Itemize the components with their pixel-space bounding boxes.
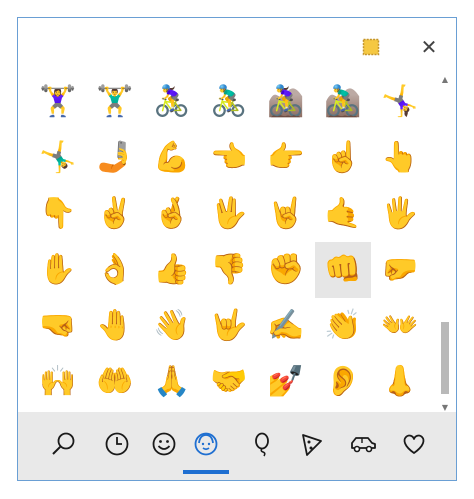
emoji-cell[interactable]: ✋	[30, 242, 86, 298]
emoji-cell[interactable]: 👋	[144, 298, 200, 354]
emoji-cell[interactable]: 🤙	[315, 186, 371, 242]
emoji-cell[interactable]: 💪	[144, 130, 200, 186]
scrollbar[interactable]: ▲ ▼	[439, 74, 451, 412]
titlebar: ✕	[18, 18, 456, 74]
pin-square-icon	[362, 38, 380, 56]
emoji-cell[interactable]: 🤝	[201, 354, 257, 410]
emoji-cell-selected[interactable]: 👊	[315, 242, 371, 298]
emoji-cell[interactable]: 🤟	[201, 298, 257, 354]
emoji-cell[interactable]: 🙌	[30, 354, 86, 410]
emoji-cell[interactable]: 🤜	[30, 298, 86, 354]
emoji-cell[interactable]: 🏋️‍♂️	[87, 74, 143, 130]
tab-celebration[interactable]	[245, 426, 281, 462]
emoji-cell[interactable]: 👌	[87, 242, 143, 298]
balloon-icon	[255, 432, 269, 457]
person-icon	[194, 432, 218, 456]
scroll-down-arrow-icon[interactable]: ▼	[439, 402, 451, 412]
emoji-cell[interactable]: 🤳	[87, 130, 143, 186]
emoji-cell[interactable]: 👉	[258, 130, 314, 186]
emoji-panel: ✕ 🏋️‍♀️ 🏋️‍♂️ 🚴‍♀️ 🚴‍♂️ 🚵‍♀️ 🚵‍♂️ 🤸‍♀️ 🤸‍♂️ 🤳 💪 👈 👉…	[17, 17, 457, 481]
emoji-cell[interactable]: 👐	[372, 298, 428, 354]
emoji-cell[interactable]: ✌️	[87, 186, 143, 242]
emoji-cell[interactable]: 🤸‍♂️	[30, 130, 86, 186]
scroll-thumb[interactable]	[441, 322, 449, 394]
emoji-cell[interactable]: 🙏	[144, 354, 200, 410]
tab-recent[interactable]	[99, 426, 135, 462]
tab-people[interactable]	[188, 426, 224, 462]
tab-search[interactable]	[46, 426, 82, 462]
emoji-cell[interactable]: 🤘	[258, 186, 314, 242]
emoji-cell[interactable]: ✍️	[258, 298, 314, 354]
emoji-cell[interactable]: 🖖	[201, 186, 257, 242]
car-icon	[351, 437, 376, 453]
emoji-cell[interactable]: 👆	[372, 130, 428, 186]
tab-travel[interactable]	[345, 426, 381, 462]
pin-button[interactable]	[360, 36, 382, 58]
emoji-cell[interactable]: 👂	[315, 354, 371, 410]
emoji-cell[interactable]: 👈	[201, 130, 257, 186]
emoji-grid: 🏋️‍♀️ 🏋️‍♂️ 🚴‍♀️ 🚴‍♂️ 🚵‍♀️ 🚵‍♂️ 🤸‍♀️ 🤸‍♂️ 🤳 💪 👈 👉 ☝️…	[30, 74, 438, 406]
emoji-cell[interactable]: 🚴‍♂️	[201, 74, 257, 130]
tab-smileys[interactable]	[146, 426, 182, 462]
emoji-cell[interactable]: 🤚	[87, 298, 143, 354]
emoji-cell[interactable]: 🏋️‍♀️	[30, 74, 86, 130]
emoji-cell[interactable]: 🚵‍♂️	[315, 74, 371, 130]
close-button[interactable]: ✕	[416, 34, 442, 60]
emoji-cell[interactable]: 👇	[30, 186, 86, 242]
emoji-cell[interactable]: 🤸‍♀️	[372, 74, 428, 130]
active-tab-indicator	[183, 470, 229, 474]
emoji-cell[interactable]: 🚵‍♀️	[258, 74, 314, 130]
emoji-cell[interactable]: 🤛	[372, 242, 428, 298]
emoji-cell[interactable]: 🤲	[87, 354, 143, 410]
search-icon	[52, 432, 75, 455]
emoji-cell[interactable]: 👍	[144, 242, 200, 298]
pizza-icon	[302, 434, 322, 456]
tab-food[interactable]	[294, 426, 330, 462]
emoji-cell[interactable]: 👃	[372, 354, 428, 410]
emoji-cell[interactable]: 🤞	[144, 186, 200, 242]
tab-symbols[interactable]	[396, 426, 432, 462]
category-bar	[18, 412, 456, 480]
emoji-cell[interactable]: 👎	[201, 242, 257, 298]
emoji-cell[interactable]: ☝️	[315, 130, 371, 186]
emoji-cell[interactable]: 👏	[315, 298, 371, 354]
clock-icon	[105, 432, 129, 456]
emoji-cell[interactable]: 💅	[258, 354, 314, 410]
emoji-cell[interactable]: 🚴‍♀️	[144, 74, 200, 130]
emoji-cell[interactable]: 🖐️	[372, 186, 428, 242]
heart-icon	[403, 434, 425, 454]
emoji-cell[interactable]: ✊	[258, 242, 314, 298]
scroll-up-arrow-icon[interactable]: ▲	[439, 74, 451, 84]
smiley-icon	[152, 432, 176, 456]
